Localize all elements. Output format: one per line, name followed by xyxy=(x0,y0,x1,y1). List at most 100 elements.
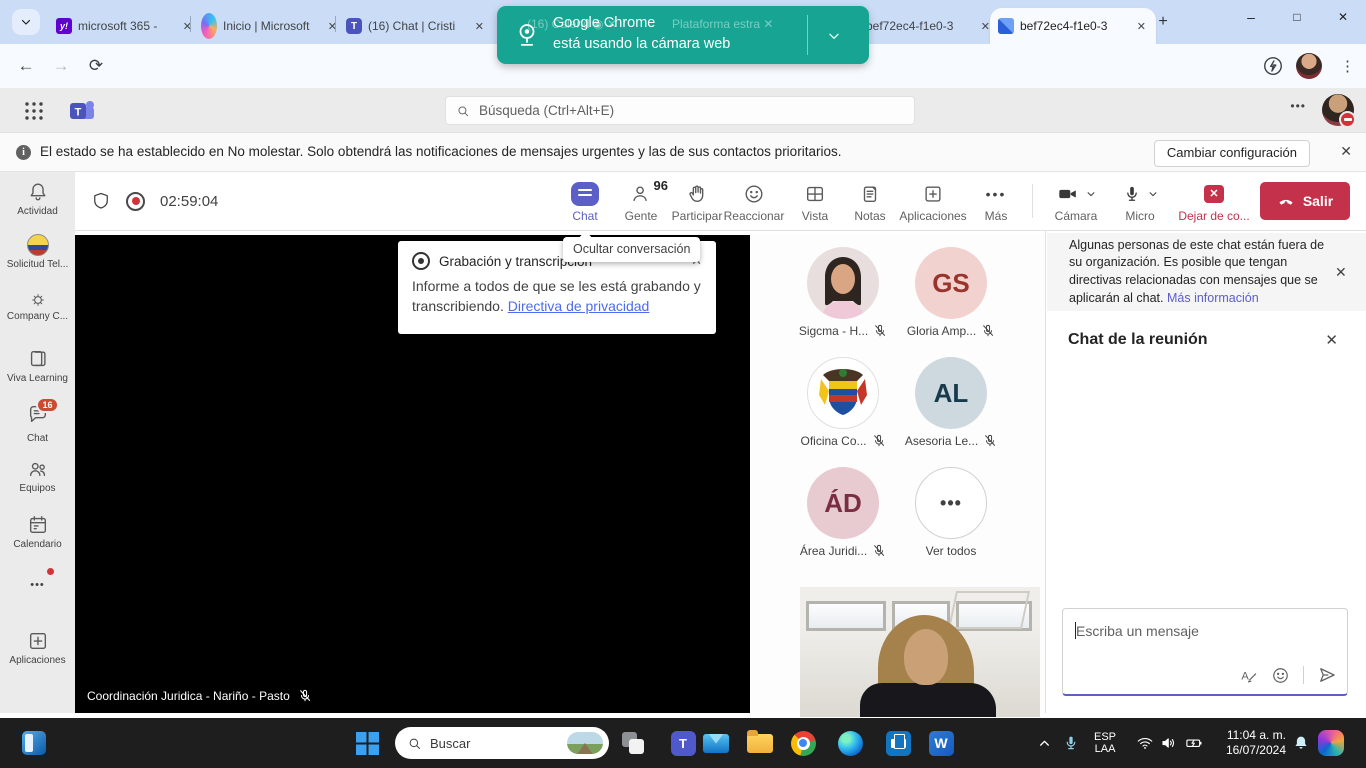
taskbar-app-edge[interactable] xyxy=(837,730,863,756)
shield-icon xyxy=(91,191,111,211)
hang-up-icon xyxy=(1277,192,1295,210)
taskbar-search[interactable]: Buscar xyxy=(395,727,609,759)
tray-expand-button[interactable] xyxy=(1038,718,1051,768)
sidebar-item-calendario[interactable]: Calendario xyxy=(0,514,75,550)
chrome-camera-notification[interactable]: (16) Calend ◉ ✕ Plataforma estra ✕ Googl… xyxy=(497,6,869,64)
widgets-button[interactable] xyxy=(22,718,46,768)
tab-search-button[interactable] xyxy=(12,9,40,35)
task-view-button[interactable] xyxy=(622,718,644,768)
teams-more-options-icon[interactable]: ••• xyxy=(1290,99,1306,113)
participant-avatar-initials[interactable]: AL xyxy=(915,357,987,429)
teams-app-icon: T xyxy=(671,731,696,756)
extension-icon[interactable] xyxy=(1262,55,1284,77)
notification-divider xyxy=(807,15,808,55)
chat-panel-close-icon[interactable]: ✕ xyxy=(1325,331,1338,349)
format-icon[interactable]: A xyxy=(1239,666,1258,685)
yahoo-favicon: y! xyxy=(56,18,72,34)
emoji-icon[interactable] xyxy=(1271,666,1290,685)
taskbar-app-teams[interactable]: T xyxy=(670,730,696,756)
meeting-tab-vista[interactable]: Vista xyxy=(787,175,843,230)
wifi-icon xyxy=(1136,734,1154,752)
tray-clock[interactable]: 11:04 a. m. 16/07/2024 xyxy=(1216,728,1286,758)
teams-profile-avatar[interactable] xyxy=(1322,94,1354,126)
compose-actions: A xyxy=(1239,665,1337,685)
browser-menu-icon[interactable]: ⋮ xyxy=(1340,57,1355,75)
toolbar-divider xyxy=(1032,184,1033,218)
banner-close-icon[interactable]: ✕ xyxy=(1340,143,1352,160)
tray-notifications[interactable] xyxy=(1292,718,1310,768)
tab-close-icon[interactable]: ✕ xyxy=(473,20,486,33)
teams-search-input[interactable]: Búsqueda (Ctrl+Alt+E) xyxy=(445,96,915,125)
sidebar-item-chat[interactable]: 16 Chat xyxy=(0,403,75,444)
tray-volume[interactable] xyxy=(1160,718,1178,768)
meeting-tab-gente[interactable]: 96 Gente xyxy=(613,175,669,230)
self-video-tile[interactable] xyxy=(800,587,1040,717)
speaker-name-label: Coordinación Juridica - Nariño - Pasto xyxy=(87,689,312,703)
leave-meeting-button[interactable]: Salir xyxy=(1260,182,1350,220)
taskbar-app-explorer[interactable] xyxy=(747,730,773,756)
copilot-icon xyxy=(1318,730,1344,756)
waffle-menu-icon[interactable] xyxy=(24,101,44,121)
meeting-tab-reaccionar[interactable]: Reaccionar xyxy=(719,175,789,230)
participant-avatar-initials[interactable]: ÁD xyxy=(807,467,879,539)
bing-daily-image[interactable] xyxy=(567,732,603,754)
notification-expand-icon[interactable] xyxy=(827,29,841,43)
chevron-down-icon[interactable] xyxy=(1148,189,1158,199)
window-maximize-button[interactable]: □ xyxy=(1274,0,1320,36)
browser-profile-avatar[interactable] xyxy=(1296,53,1322,79)
change-settings-button[interactable]: Cambiar configuración xyxy=(1154,140,1310,167)
stop-sharing-control[interactable]: ✕ Dejar de co... xyxy=(1173,175,1255,230)
meeting-tab-aplicaciones[interactable]: Aplicaciones xyxy=(893,175,973,230)
participant-avatar-initials[interactable]: GS xyxy=(915,247,987,319)
taskbar-app-word[interactable]: W xyxy=(928,730,954,756)
browser-tab-microsoft365[interactable]: y! microsoft 365 - ✕ xyxy=(48,8,202,44)
tray-battery[interactable] xyxy=(1184,718,1204,768)
forward-button[interactable]: → xyxy=(47,52,75,80)
task-view-icon xyxy=(622,732,644,754)
sidebar-item-aplicaciones[interactable]: Aplicaciones xyxy=(0,630,75,666)
meeting-tab-mas[interactable]: ••• Más xyxy=(971,175,1021,230)
copilot-button[interactable] xyxy=(1318,718,1344,768)
participant-name: Gloria Amp... xyxy=(891,324,1011,338)
tray-wifi[interactable] xyxy=(1136,718,1154,768)
camera-control[interactable]: Cámara xyxy=(1043,175,1109,230)
participant-avatar-photo[interactable] xyxy=(807,247,879,319)
sidebar-item-equipos[interactable]: Equipos xyxy=(0,458,75,494)
taskbar-app-mail[interactable] xyxy=(703,730,729,756)
start-button[interactable] xyxy=(356,718,379,768)
back-button[interactable]: ← xyxy=(12,52,40,80)
notice-close-icon[interactable]: ✕ xyxy=(1335,264,1347,281)
reload-button[interactable]: ⟳ xyxy=(82,52,110,80)
tab-close-icon[interactable]: ✕ xyxy=(1135,20,1148,33)
bell-icon xyxy=(27,181,49,203)
browser-tab-inicio[interactable]: Inicio | Microsoft ✕ xyxy=(193,8,347,44)
message-input[interactable]: Escriba un mensaje A xyxy=(1062,608,1348,696)
tray-mic-in-use[interactable] xyxy=(1062,718,1080,768)
taskbar-app-chrome[interactable] xyxy=(790,730,816,756)
mic-control[interactable]: Micro xyxy=(1111,175,1169,230)
more-info-link[interactable]: Más información xyxy=(1167,291,1259,305)
privacy-policy-link[interactable]: Directiva de privacidad xyxy=(508,298,650,314)
send-icon[interactable] xyxy=(1317,665,1337,685)
raise-hand-icon xyxy=(686,183,708,205)
teams-favicon: T xyxy=(346,18,362,34)
sidebar-item-more[interactable]: ••• xyxy=(0,568,75,591)
people-icon xyxy=(27,458,49,480)
person-torso xyxy=(860,683,996,717)
participant-avatar-crest[interactable] xyxy=(807,357,879,429)
window-minimize-button[interactable]: – xyxy=(1228,0,1274,36)
taskbar-app-fax[interactable] xyxy=(885,730,911,756)
browser-tab-bef72ec4-active[interactable]: bef72ec4-f1e0-3 ✕ xyxy=(990,8,1156,44)
sidebar-item-viva-learning[interactable]: Viva Learning xyxy=(0,348,75,384)
meeting-tab-chat[interactable]: Chat xyxy=(557,175,613,230)
window-close-button[interactable]: ✕ xyxy=(1320,0,1366,36)
chevron-down-icon[interactable] xyxy=(1086,189,1096,199)
sidebar-item-company[interactable]: Company C... xyxy=(0,292,75,322)
sidebar-item-solicitud[interactable]: Solicitud Tel... xyxy=(0,234,75,270)
language-indicator[interactable]: ESP LAA xyxy=(1094,731,1116,755)
browser-tab-teams-chat[interactable]: T (16) Chat | Cristi ✕ xyxy=(338,8,494,44)
see-everyone-button[interactable]: ••• xyxy=(915,467,987,539)
sidebar-item-actividad[interactable]: Actividad xyxy=(0,181,75,217)
meeting-tab-notas[interactable]: Notas xyxy=(842,175,898,230)
new-tab-button[interactable]: + xyxy=(1152,12,1174,34)
